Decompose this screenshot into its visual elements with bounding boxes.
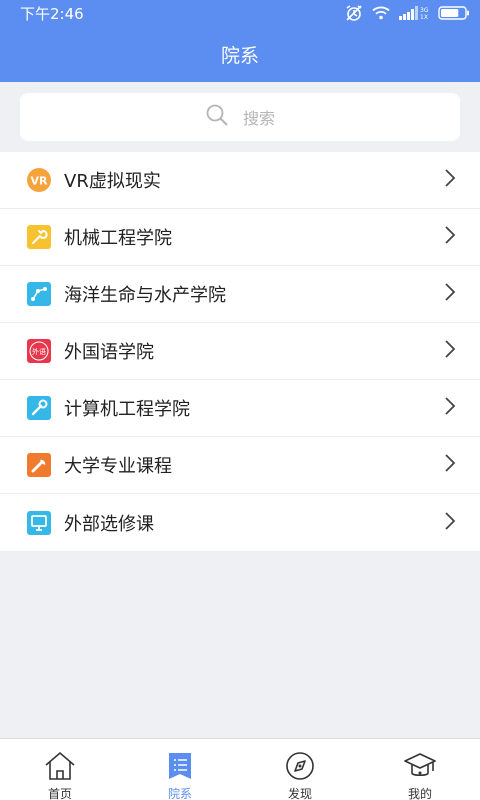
home-icon — [43, 751, 77, 781]
tab-label: 我的 — [407, 787, 432, 800]
tab-home[interactable]: 首页 — [0, 739, 120, 800]
tab-label: 首页 — [47, 787, 72, 800]
graduation-cap-icon — [403, 751, 437, 781]
department-list: VR VR虚拟现实 机械工程学院 海洋生命与水产学院 外语 外国语学院 计算机工… — [0, 152, 480, 551]
svg-text:1X: 1X — [420, 14, 428, 20]
list-item-marine[interactable]: 海洋生命与水产学院 — [0, 266, 480, 323]
tab-label: 发现 — [287, 787, 312, 800]
tab-departments[interactable]: 院系 — [120, 739, 240, 800]
signal-icon: 3G 1X — [399, 6, 429, 20]
list-item-mechanical[interactable]: 机械工程学院 — [0, 209, 480, 266]
list-item-label: 海洋生命与水产学院 — [64, 285, 226, 306]
header-bar: 院系 — [0, 26, 480, 82]
chevron-right-icon — [444, 168, 456, 192]
list-item-label: 计算机工程学院 — [64, 399, 190, 420]
list-item-label: 外部选修课 — [64, 513, 154, 535]
chevron-right-icon — [444, 225, 456, 249]
bottom-tab-bar: 首页 院系 发现 我的 — [0, 738, 480, 800]
search-icon — [205, 103, 229, 131]
status-bar: 下午2:46 3G 1X — [0, 0, 480, 26]
list-item-foreign[interactable]: 外语 外国语学院 — [0, 323, 480, 380]
list-item-label: 外国语学院 — [64, 342, 154, 363]
tab-profile[interactable]: 我的 — [360, 739, 480, 800]
network-icon — [26, 281, 52, 307]
alarm-icon — [345, 4, 363, 22]
vr-icon: VR — [26, 167, 52, 193]
foreign-language-icon: 外语 — [26, 338, 52, 364]
tools-icon — [26, 395, 52, 421]
list-item-electives[interactable]: 外部选修课 — [0, 494, 480, 551]
page-title: 院系 — [220, 44, 259, 67]
svg-text:3G: 3G — [420, 7, 429, 14]
svg-text:VR: VR — [31, 175, 49, 188]
list-item-courses[interactable]: 大学专业课程 — [0, 437, 480, 494]
list-item-label: 大学专业课程 — [64, 456, 172, 477]
tab-discover[interactable]: 发现 — [240, 739, 360, 800]
compass-icon — [285, 751, 315, 781]
battery-icon — [438, 6, 470, 20]
wrench-icon — [26, 224, 52, 250]
spanner-icon — [26, 452, 52, 478]
search-input[interactable]: 搜索 — [20, 93, 460, 141]
tab-label: 院系 — [167, 787, 192, 800]
chevron-right-icon — [444, 339, 456, 363]
chevron-right-icon — [444, 282, 456, 306]
wifi-icon — [372, 6, 390, 20]
search-placeholder: 搜索 — [242, 109, 275, 128]
list-item-vr[interactable]: VR VR虚拟现实 — [0, 152, 480, 209]
list-icon — [167, 751, 193, 781]
svg-text:外语: 外语 — [32, 347, 46, 356]
monitor-icon — [26, 510, 52, 536]
list-item-label: 机械工程学院 — [64, 228, 172, 249]
status-time: 下午2:46 — [20, 4, 84, 23]
chevron-right-icon — [444, 453, 456, 477]
list-item-computer[interactable]: 计算机工程学院 — [0, 380, 480, 437]
chevron-right-icon — [444, 511, 456, 535]
list-item-label: VR虚拟现实 — [64, 171, 161, 192]
chevron-right-icon — [444, 396, 456, 420]
